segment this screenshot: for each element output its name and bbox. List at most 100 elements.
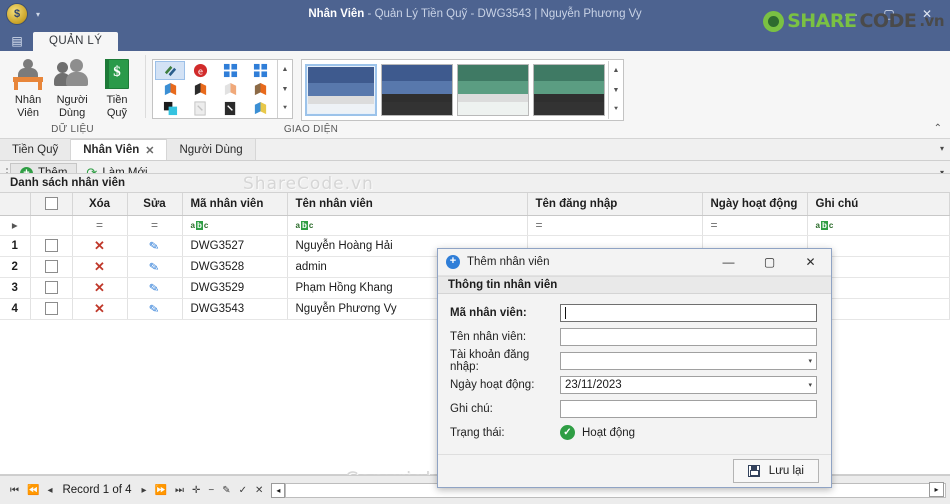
ribbon-button-nhan-vien[interactable]: Nhân Viên bbox=[6, 56, 50, 121]
grid-header-code[interactable]: Mã nhân viên bbox=[182, 193, 288, 216]
datepicker-ngay-hoat-dong[interactable]: 23/11/2023 ▾ bbox=[560, 375, 817, 394]
skin-cell-2[interactable] bbox=[215, 61, 245, 80]
nav-add-button[interactable]: ✛ bbox=[188, 485, 204, 496]
nav-first-button[interactable]: ⏮ bbox=[6, 485, 23, 496]
hscroll-left-button[interactable]: ◂ bbox=[271, 482, 286, 498]
skin-scroll-up-icon[interactable]: ▲ bbox=[278, 60, 292, 78]
row-checkbox[interactable] bbox=[44, 302, 58, 315]
nav-edit-button[interactable]: ✎ bbox=[218, 485, 234, 496]
tab-nhan-vien-close-icon[interactable]: ✕ bbox=[145, 144, 154, 157]
select-all-checkbox[interactable] bbox=[44, 197, 58, 211]
grid-header-select-all[interactable] bbox=[30, 193, 73, 216]
file-menu-button[interactable]: ▤ bbox=[4, 30, 30, 51]
ribbon-button-nguoi-dung[interactable]: Người Dùng bbox=[50, 56, 94, 121]
nav-cancel-button[interactable]: ✕ bbox=[251, 485, 267, 496]
nav-prev-button[interactable]: ◂ bbox=[43, 485, 56, 496]
status-badge[interactable]: ✓ Hoạt động bbox=[560, 425, 635, 441]
app-icon[interactable]: $ bbox=[6, 3, 28, 25]
skin-list-scrollbar[interactable]: ▲ ▼ ⯆ bbox=[277, 60, 292, 118]
input-ten-nhan-vien[interactable] bbox=[560, 327, 817, 346]
skin-cell-5[interactable] bbox=[185, 80, 215, 99]
skin-thumb-green-light[interactable] bbox=[457, 64, 529, 116]
skin-cell-6[interactable] bbox=[215, 80, 245, 99]
delete-icon[interactable]: ✕ bbox=[94, 259, 105, 274]
row-edit-cell[interactable]: ✎ bbox=[127, 256, 183, 278]
skin-cell-1[interactable]: e bbox=[185, 61, 215, 80]
grid-header-edit[interactable]: Sửa bbox=[127, 193, 183, 216]
skin-cell-0[interactable] bbox=[155, 60, 185, 80]
input-ghi-chu[interactable] bbox=[560, 399, 817, 418]
skin-thumb-blue-light[interactable] bbox=[305, 64, 377, 116]
tab-tien-quy[interactable]: Tiền Quỹ bbox=[0, 139, 72, 160]
row-delete-cell[interactable]: ✕ bbox=[72, 277, 128, 299]
gallery-scroll-up-icon[interactable]: ▲ bbox=[609, 61, 623, 79]
skin-scroll-down-icon[interactable]: ▼ bbox=[278, 80, 292, 98]
skin-cell-10[interactable] bbox=[215, 99, 245, 118]
ribbon-tab-quanly[interactable]: QUẢN LÝ bbox=[33, 32, 119, 51]
row-edit-cell[interactable]: ✎ bbox=[127, 298, 183, 320]
delete-icon[interactable]: ✕ bbox=[94, 238, 105, 253]
skin-cell-7[interactable] bbox=[245, 80, 275, 99]
grid-header-note[interactable]: Ghi chú bbox=[807, 193, 950, 216]
skin-gallery-scrollbar[interactable]: ▲ ▼ ⯆ bbox=[608, 61, 623, 119]
row-delete-cell[interactable]: ✕ bbox=[72, 298, 128, 320]
skin-icon-list[interactable]: e ▲ ▼ ⯆ bbox=[152, 59, 293, 119]
nav-next-button[interactable]: ▸ bbox=[138, 485, 151, 496]
skin-cell-9[interactable] bbox=[185, 99, 215, 118]
chevron-down-icon[interactable]: ▾ bbox=[808, 381, 812, 389]
grid-header-delete[interactable]: Xóa bbox=[72, 193, 128, 216]
row-edit-cell[interactable]: ✎ bbox=[127, 277, 183, 299]
gallery-scroll-down-icon[interactable]: ▼ bbox=[609, 81, 623, 99]
filter-delete-cell[interactable]: = bbox=[72, 215, 128, 236]
grid-header-username[interactable]: Tên đăng nhập bbox=[527, 193, 703, 216]
edit-pencil-icon[interactable]: ✎ bbox=[148, 238, 160, 254]
filter-name-cell[interactable]: abc bbox=[287, 215, 528, 236]
row-edit-cell[interactable]: ✎ bbox=[127, 235, 183, 257]
ribbon-collapse-button[interactable]: ⌃ bbox=[934, 123, 942, 134]
grid-filter-row[interactable]: ▸ = = abc abc = = abc bbox=[0, 215, 950, 236]
dialog-maximize-button[interactable]: ▢ bbox=[749, 249, 790, 275]
grid-header-name[interactable]: Tên nhân viên bbox=[287, 193, 528, 216]
gallery-scroll-more-icon[interactable]: ⯆ bbox=[609, 101, 623, 119]
tab-nhan-vien[interactable]: Nhân Viên ✕ bbox=[71, 139, 168, 160]
dialog-close-button[interactable]: ✕ bbox=[790, 249, 831, 275]
filter-code-cell[interactable]: abc bbox=[182, 215, 288, 236]
delete-icon[interactable]: ✕ bbox=[94, 280, 105, 295]
edit-pencil-icon[interactable]: ✎ bbox=[148, 280, 160, 296]
grid-header-active-date[interactable]: Ngày hoạt động bbox=[702, 193, 808, 216]
filter-note-cell[interactable]: abc bbox=[807, 215, 950, 236]
skin-cell-11[interactable] bbox=[245, 99, 275, 118]
row-checkbox[interactable] bbox=[44, 239, 58, 252]
hscroll-right-button[interactable]: ▸ bbox=[929, 482, 944, 497]
filter-edit-cell[interactable]: = bbox=[127, 215, 183, 236]
row-delete-cell[interactable]: ✕ bbox=[72, 235, 128, 257]
skin-scroll-more-icon[interactable]: ⯆ bbox=[278, 100, 292, 118]
row-checkbox[interactable] bbox=[44, 260, 58, 273]
input-ma-nhan-vien[interactable] bbox=[560, 303, 817, 322]
skin-cell-3[interactable] bbox=[245, 61, 275, 80]
edit-pencil-icon[interactable]: ✎ bbox=[148, 301, 160, 317]
skin-gallery[interactable]: ▲ ▼ ⯆ bbox=[301, 59, 624, 121]
row-delete-cell[interactable]: ✕ bbox=[72, 256, 128, 278]
row-select-cell[interactable] bbox=[30, 298, 73, 320]
row-select-cell[interactable] bbox=[30, 235, 73, 257]
dialog-minimize-button[interactable]: — bbox=[708, 249, 749, 275]
nav-last-button[interactable]: ⏭ bbox=[171, 485, 188, 496]
nav-remove-button[interactable]: − bbox=[204, 485, 218, 496]
ribbon-button-tien-quy[interactable]: $ Tiền Quỹ bbox=[95, 56, 139, 121]
combo-tai-khoan-dang-nhap[interactable]: ▾ bbox=[560, 351, 817, 370]
edit-pencil-icon[interactable]: ✎ bbox=[148, 259, 160, 275]
chevron-down-icon[interactable]: ▾ bbox=[808, 357, 812, 365]
save-button[interactable]: Lưu lại bbox=[732, 458, 819, 483]
row-select-cell[interactable] bbox=[30, 277, 73, 299]
filter-username-cell[interactable]: = bbox=[527, 215, 703, 236]
skin-cell-8[interactable] bbox=[155, 99, 185, 118]
tab-overflow-caret-icon[interactable]: ▾ bbox=[940, 144, 944, 153]
tab-nguoi-dung[interactable]: Người Dùng bbox=[167, 139, 256, 160]
nav-next-page-button[interactable]: ⏩ bbox=[151, 485, 171, 496]
nav-accept-button[interactable]: ✓ bbox=[235, 485, 251, 496]
skin-thumb-green-dark[interactable] bbox=[533, 64, 605, 116]
quick-access-toolbar-caret[interactable]: ▾ bbox=[36, 10, 40, 19]
row-select-cell[interactable] bbox=[30, 256, 73, 278]
row-checkbox[interactable] bbox=[44, 281, 58, 294]
